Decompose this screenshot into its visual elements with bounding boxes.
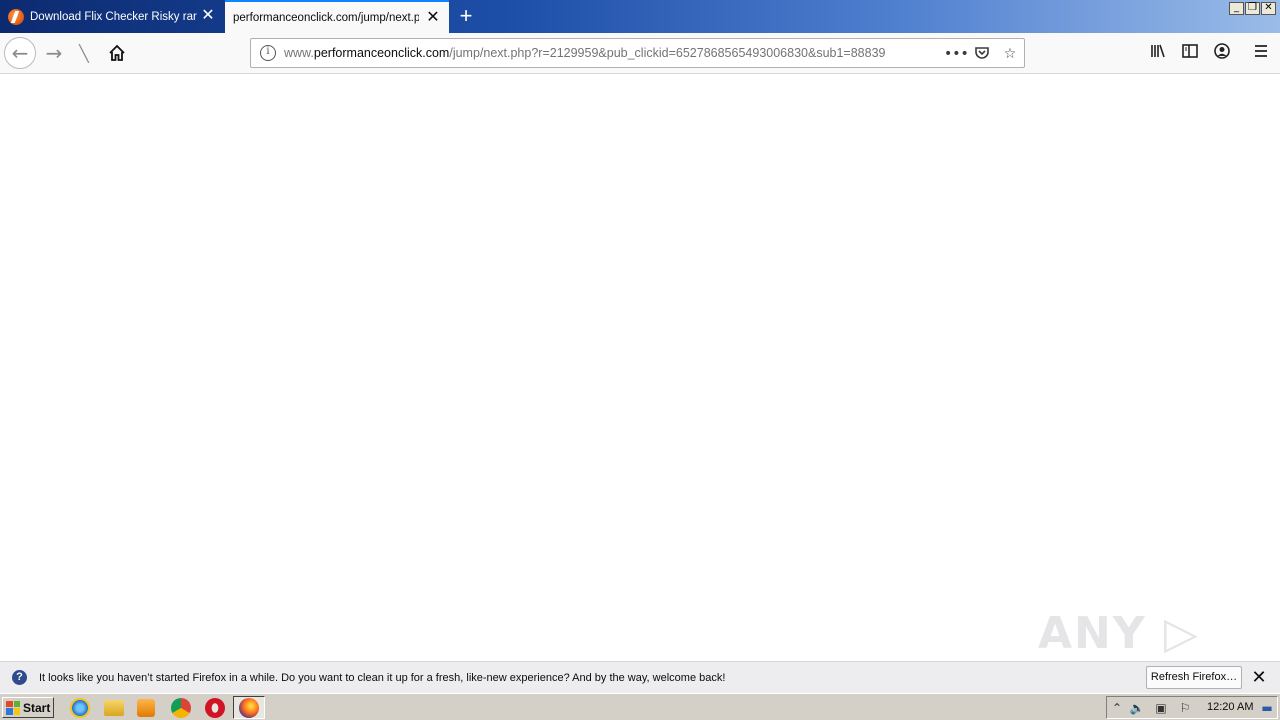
minimize-button[interactable]: _ [1229,2,1244,15]
forward-arrow-icon[interactable]: → [38,37,70,69]
clock[interactable]: 12:20 AM [1207,701,1253,713]
tab-title: performanceonclick.com/jump/next.php [233,11,419,24]
url-bar[interactable]: i www.performanceonclick.com/jump/next.p… [250,38,1025,68]
page-actions-icon[interactable]: ••• [944,45,969,63]
tab-close-icon[interactable]: ✕ [200,8,216,24]
taskbar-firefox-button[interactable] [233,696,265,719]
action-center-flag-icon[interactable]: ⚐ [1177,700,1193,716]
refresh-notification-bar: ? It looks like you haven’t started Fire… [0,661,1280,693]
show-desktop-icon[interactable]: ▬ [1259,700,1275,716]
url-text[interactable]: www.performanceonclick.com/jump/next.php… [284,46,909,60]
refresh-firefox-button[interactable]: Refresh Firefox… [1146,666,1242,689]
system-tray: ⌃ 🔈 ▣ ⚐ 12:20 AM ▬ [1106,696,1278,719]
back-arrow-icon[interactable]: ← [4,37,36,69]
bookmark-star-icon[interactable]: ☆ [1001,45,1019,63]
sidebar-icon[interactable] [1179,42,1201,64]
start-label: Start [23,700,51,715]
show-hidden-icons-icon[interactable]: ⌃ [1109,700,1125,716]
hamburger-menu-icon[interactable] [1250,42,1272,64]
restore-button[interactable]: ❐ [1245,2,1260,15]
nav-toolbar: ← → ╲ i www.performanceonclick.com/jump/… [0,33,1280,74]
volume-icon[interactable]: 🔈 [1129,700,1145,716]
tab-title: Download Flix Checker Risky rar [30,10,197,23]
network-icon[interactable]: ▣ [1153,700,1169,716]
opera-icon[interactable] [205,698,225,718]
loading-throbber-icon: ╲ [79,43,89,63]
tab-strip: Download Flix Checker Risky rar ✕ perfor… [0,0,1280,33]
media-player-icon[interactable] [137,699,155,717]
close-notification-icon[interactable]: ✕ [1250,668,1268,686]
tab-close-icon[interactable]: ✕ [425,10,441,26]
page-content [0,74,1280,661]
flix-favicon-icon [8,8,24,25]
account-icon[interactable] [1211,42,1233,64]
tab-download-flix[interactable]: Download Flix Checker Risky rar ✕ [0,0,224,33]
library-icon[interactable] [1147,42,1169,64]
firefox-icon [239,698,259,718]
file-explorer-icon[interactable] [104,700,124,716]
pocket-icon[interactable] [973,45,991,63]
notification-message: It looks like you haven’t started Firefo… [39,671,726,684]
close-window-button[interactable]: ✕ [1261,2,1276,15]
home-icon[interactable] [101,37,133,69]
window-controls: _ ❐ ✕ [1229,2,1276,15]
site-info-icon[interactable]: i [260,45,276,61]
tab-performanceonclick[interactable]: performanceonclick.com/jump/next.php ✕ [225,0,449,33]
taskbar: Start ⌃ 🔈 ▣ ⚐ 12:20 AM ▬ [0,693,1280,720]
new-tab-plus-icon[interactable]: + [454,5,478,29]
question-icon: ? [12,670,27,685]
windows-logo-icon [6,700,20,715]
chrome-icon[interactable] [171,698,191,718]
start-button[interactable]: Start [2,697,54,718]
internet-explorer-icon[interactable] [70,698,90,718]
